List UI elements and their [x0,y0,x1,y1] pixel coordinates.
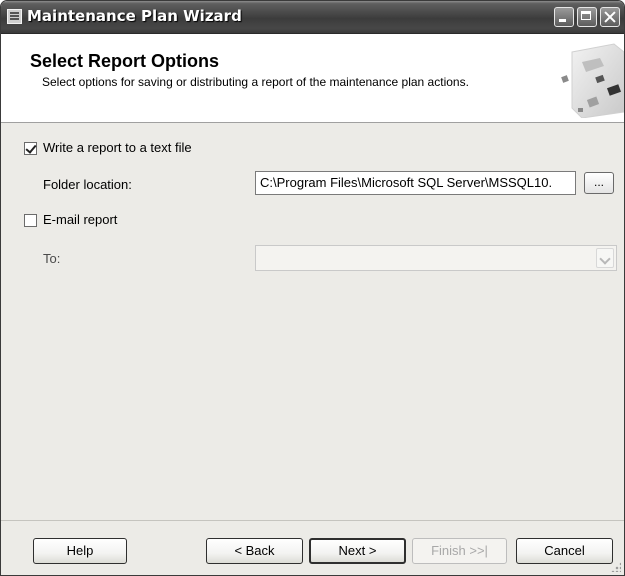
finish-button[interactable]: Finish >>| [412,538,507,564]
email-report-label: E-mail report [43,212,118,227]
footer-divider [1,520,624,521]
page-header: Select Report Options Select options for… [1,34,624,123]
back-button[interactable]: < Back [206,538,303,564]
browse-button[interactable]: ... [584,172,614,194]
folder-location-label: Folder location: [43,177,132,192]
cancel-button[interactable]: Cancel [516,538,613,564]
help-button[interactable]: Help [33,538,127,564]
to-label: To: [43,251,61,266]
next-button[interactable]: Next > [309,538,406,564]
wizard-window: Maintenance Plan Wizard Select Report Op… [0,0,625,576]
chevron-down-icon[interactable] [596,248,614,268]
wizard-banner-icon [561,43,624,118]
folder-location-input[interactable]: C:\Program Files\Microsoft SQL Server\MS… [255,171,576,195]
to-combobox[interactable] [255,245,617,271]
resize-grip-icon[interactable] [611,562,621,572]
page-title: Select Report Options [30,51,220,71]
maximize-button[interactable] [577,7,597,27]
title-bar[interactable]: Maintenance Plan Wizard [1,1,624,34]
app-icon [7,9,22,24]
window-title: Maintenance Plan Wizard [27,7,242,25]
close-button[interactable] [600,7,620,27]
write-report-checkbox[interactable] [24,142,37,155]
write-report-label: Write a report to a text file [43,140,192,155]
page-subtitle: Select options for saving or distributin… [42,75,469,89]
minimize-button[interactable] [554,7,574,27]
email-report-checkbox[interactable] [24,214,37,227]
